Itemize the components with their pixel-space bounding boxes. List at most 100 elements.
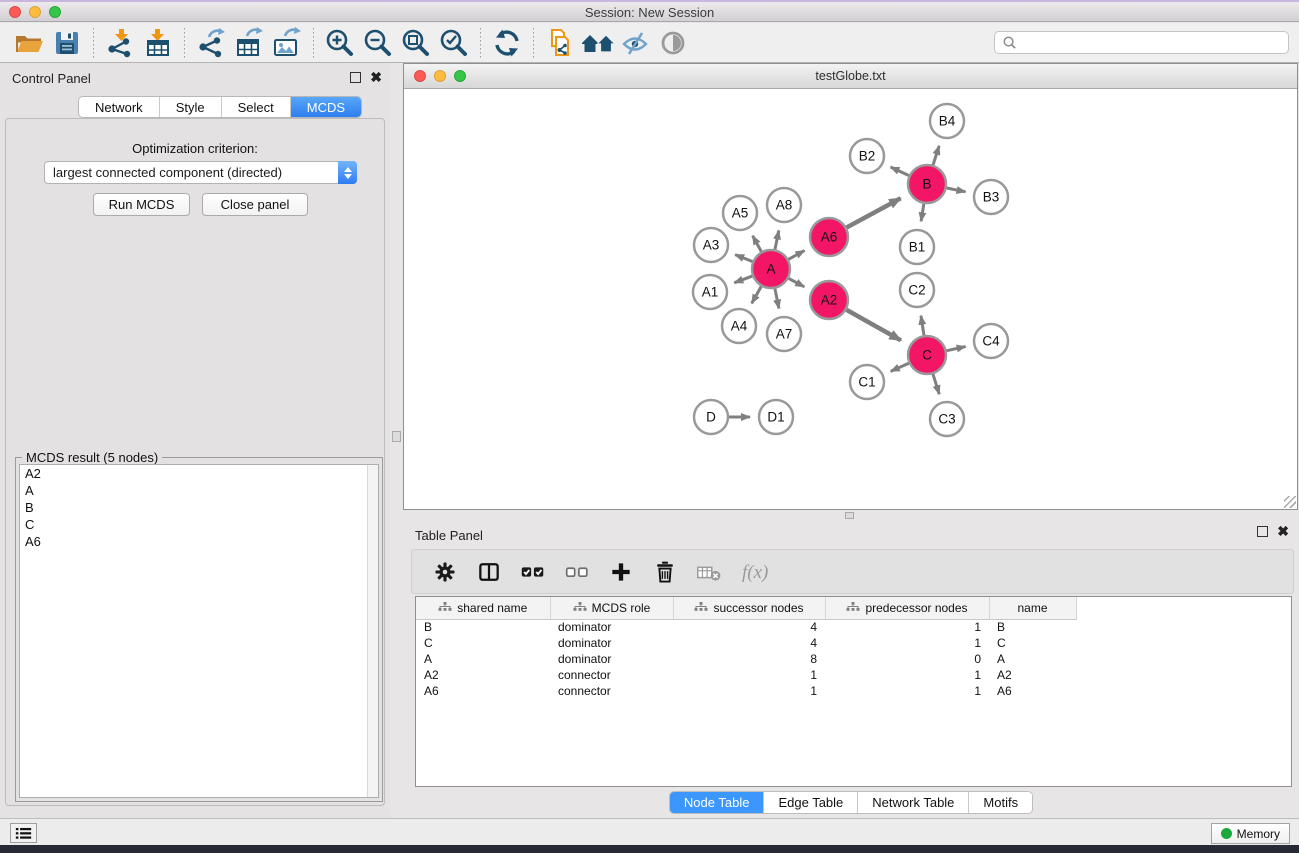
close-panel-button[interactable]: Close panel	[202, 193, 308, 216]
graph-node-A7[interactable]: A7	[767, 317, 801, 351]
refresh-icon	[491, 27, 523, 59]
graph-node-A6[interactable]: A6	[810, 218, 848, 256]
graph-node-B4[interactable]: B4	[930, 104, 964, 138]
unchecked-boxes-icon	[563, 558, 591, 586]
export-table-icon	[233, 27, 265, 59]
delete-table-button[interactable]	[694, 557, 724, 587]
graph-node-A3[interactable]: A3	[694, 228, 728, 262]
graph-node-B1[interactable]: B1	[900, 230, 934, 264]
export-network-button[interactable]	[192, 26, 230, 60]
list-item[interactable]: A	[20, 482, 378, 499]
tab-select[interactable]: Select	[222, 97, 291, 117]
tab-style[interactable]: Style	[160, 97, 222, 117]
import-network-button[interactable]	[101, 26, 139, 60]
network-canvas[interactable]: B4 B2 B B3 A5 A8 A6 A3 B1 A A1 C2 A2 A4 A7 C4 C C1 C3 D D1	[404, 89, 1297, 509]
show-column-button[interactable]	[474, 557, 504, 587]
list-item[interactable]: C	[20, 516, 378, 533]
float-panel-icon[interactable]	[1257, 526, 1268, 537]
new-network-from-selection-button[interactable]	[541, 26, 579, 60]
table-header-row: shared name MCDS role successor nodes pr…	[416, 597, 1076, 619]
graph-node-A5[interactable]: A5	[723, 196, 757, 230]
graph-node-C[interactable]: C	[908, 336, 946, 374]
toolbar-separator	[184, 28, 185, 58]
graph-node-C4[interactable]: C4	[974, 324, 1008, 358]
network-window-titlebar[interactable]: testGlobe.txt	[404, 64, 1297, 89]
hide-selected-button[interactable]	[617, 26, 655, 60]
export-table-button[interactable]	[230, 26, 268, 60]
window-resize-grip[interactable]	[1284, 496, 1296, 508]
search-input[interactable]	[1017, 33, 1288, 52]
export-image-button[interactable]	[268, 26, 306, 60]
apply-layout-button[interactable]	[488, 26, 526, 60]
graph-node-C3[interactable]: C3	[930, 402, 964, 436]
column-header-name[interactable]: name	[989, 597, 1076, 619]
graph-node-C1[interactable]: C1	[850, 365, 884, 399]
graph-node-B[interactable]: B	[908, 165, 946, 203]
table-row[interactable]: A6 connector 1 1 A6	[416, 683, 1076, 699]
float-panel-icon[interactable]	[350, 72, 361, 83]
tab-mcds[interactable]: MCDS	[291, 97, 361, 117]
svg-text:A7: A7	[776, 327, 793, 342]
graph-node-A[interactable]: A	[752, 250, 790, 288]
column-header-mcds-role[interactable]: MCDS role	[550, 597, 673, 619]
graph-node-C2[interactable]: C2	[900, 273, 934, 307]
table-row[interactable]: A dominator 8 0 A	[416, 651, 1076, 667]
column-header-shared-name[interactable]: shared name	[416, 597, 550, 619]
column-header-predecessor-nodes[interactable]: predecessor nodes	[825, 597, 989, 619]
close-panel-icon[interactable]: ✖	[370, 72, 382, 83]
graph-node-D1[interactable]: D1	[759, 400, 793, 434]
open-session-button[interactable]	[10, 26, 48, 60]
select-all-button[interactable]	[518, 557, 548, 587]
table-row[interactable]: A2 connector 1 1 A2	[416, 667, 1076, 683]
close-panel-icon[interactable]: ✖	[1277, 526, 1289, 537]
optimization-criterion-dropdown[interactable]: largest connected component (directed)	[44, 161, 357, 184]
control-panel: Control Panel ✖ Network Style Select MCD…	[0, 63, 390, 820]
graph-node-A8[interactable]: A8	[767, 188, 801, 222]
graph-node-B2[interactable]: B2	[850, 139, 884, 173]
tab-network[interactable]: Network	[79, 97, 160, 117]
tab-motifs[interactable]: Motifs	[969, 792, 1032, 813]
list-item[interactable]: A6	[20, 533, 378, 550]
zoom-selected-button[interactable]	[435, 26, 473, 60]
deselect-all-button[interactable]	[562, 557, 592, 587]
zoom-in-button[interactable]	[321, 26, 359, 60]
table-row[interactable]: B dominator 4 1 B	[416, 619, 1076, 635]
add-row-button[interactable]	[606, 557, 636, 587]
list-item[interactable]: A2	[20, 465, 378, 482]
export-network-icon	[195, 27, 227, 59]
network-graph[interactable]: B4 B2 B B3 A5 A8 A6 A3 B1 A A1 C2 A2 A4 A7 C4 C C1 C3 D D1	[404, 89, 1297, 510]
zoom-fit-button[interactable]	[397, 26, 435, 60]
table-settings-button[interactable]	[430, 557, 460, 587]
run-mcds-button[interactable]: Run MCDS	[93, 193, 190, 216]
memory-button[interactable]: Memory	[1211, 823, 1290, 844]
first-neighbors-button[interactable]	[579, 26, 617, 60]
graph-node-A1[interactable]: A1	[693, 275, 727, 309]
toolbar-separator	[533, 28, 534, 58]
graph-node-A4[interactable]: A4	[722, 309, 756, 343]
column-header-successor-nodes[interactable]: successor nodes	[673, 597, 825, 619]
horizontal-splitter-handle[interactable]	[845, 512, 854, 519]
list-item[interactable]: B	[20, 499, 378, 516]
memory-label: Memory	[1237, 827, 1280, 841]
show-all-button[interactable]	[655, 26, 693, 60]
tab-edge-table[interactable]: Edge Table	[764, 792, 858, 813]
vertical-splitter[interactable]	[390, 63, 403, 820]
table-row[interactable]: C dominator 4 1 C	[416, 635, 1076, 651]
import-table-button[interactable]	[139, 26, 177, 60]
tab-node-table[interactable]: Node Table	[670, 792, 765, 813]
tab-network-table[interactable]: Network Table	[858, 792, 969, 813]
graph-node-D[interactable]: D	[694, 400, 728, 434]
search-icon	[1002, 35, 1017, 50]
apply-function-button[interactable]: f(x)	[738, 557, 782, 587]
zoom-out-button[interactable]	[359, 26, 397, 60]
graph-node-A2[interactable]: A2	[810, 281, 848, 319]
show-task-history-button[interactable]	[10, 823, 37, 843]
column-type-icon	[573, 602, 587, 613]
graph-node-B3[interactable]: B3	[974, 180, 1008, 214]
save-session-button[interactable]	[48, 26, 86, 60]
scrollbar-track[interactable]	[367, 465, 378, 797]
svg-text:B1: B1	[909, 240, 926, 255]
delete-row-button[interactable]	[650, 557, 680, 587]
svg-text:C1: C1	[858, 375, 875, 390]
splitter-handle[interactable]	[392, 431, 401, 442]
